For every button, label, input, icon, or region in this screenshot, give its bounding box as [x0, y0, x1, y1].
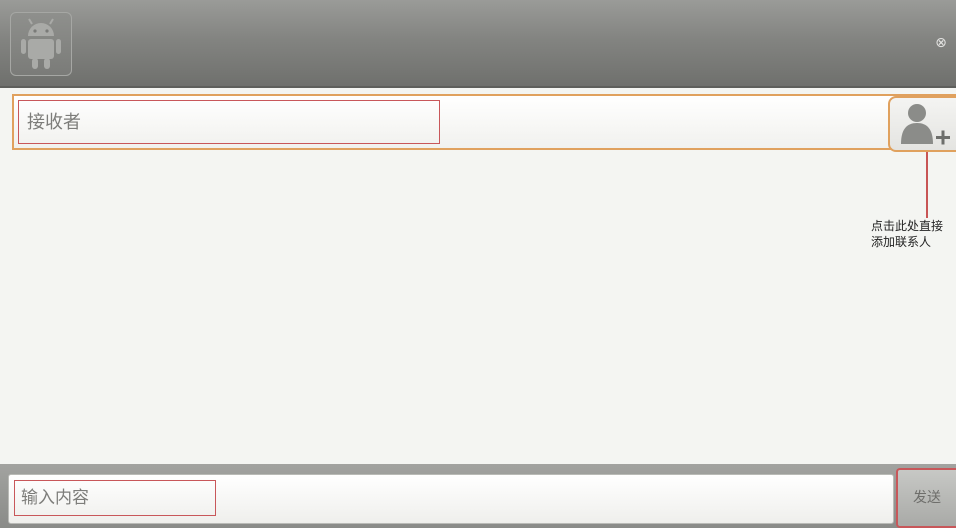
- close-icon[interactable]: ⊗: [932, 34, 950, 52]
- recipient-input[interactable]: [18, 100, 440, 144]
- add-contact-icon: [901, 104, 950, 145]
- android-robot-icon: [10, 12, 72, 76]
- title-bar: ⊗: [0, 0, 956, 88]
- message-input[interactable]: [14, 480, 216, 516]
- send-button[interactable]: 发送: [896, 468, 956, 528]
- recipient-bar: [12, 94, 956, 150]
- annotation-leader-line: [926, 152, 928, 218]
- add-contact-annotation: 点击此处直接 添加联系人: [871, 219, 944, 249]
- add-contact-button[interactable]: [888, 96, 956, 152]
